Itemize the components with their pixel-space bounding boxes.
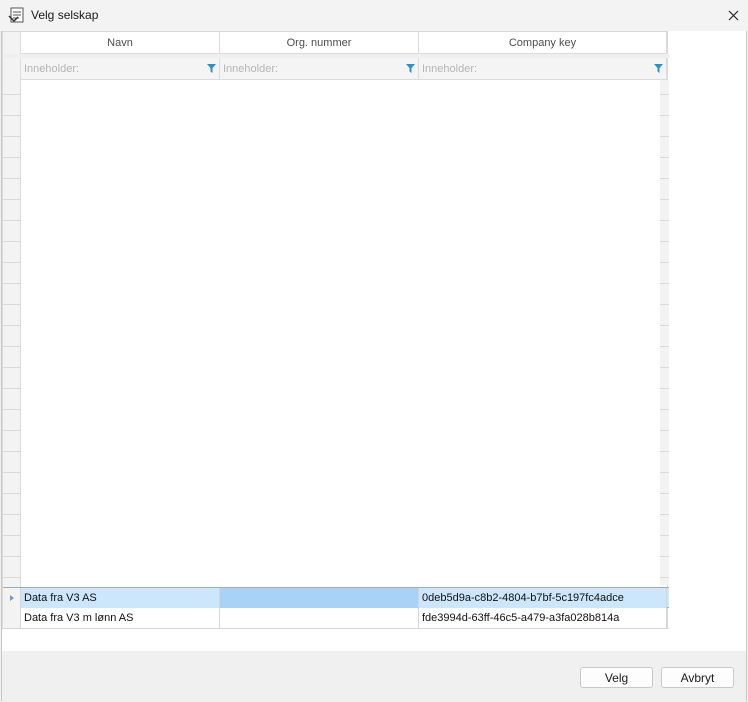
- row-tick: [660, 241, 669, 242]
- filter-row: [21, 58, 667, 80]
- row-tick: [660, 199, 669, 200]
- filter-cell-company-key: [419, 58, 667, 80]
- filter-icon[interactable]: [406, 64, 415, 73]
- column-header-org-nummer[interactable]: Org. nummer: [220, 32, 419, 54]
- row-tick: [660, 94, 669, 95]
- row-tick: [660, 304, 669, 305]
- row-tick: [3, 409, 21, 410]
- filter-input-org-nummer[interactable]: [220, 58, 418, 80]
- row-tick: [660, 283, 669, 284]
- row-tick: [3, 472, 21, 473]
- row-tick: [660, 514, 669, 515]
- row-tick: [660, 220, 669, 221]
- row-tick: [660, 157, 669, 158]
- row-tick: [3, 535, 21, 536]
- company-grid[interactable]: Navn Org. nummer Company key Data fra V3…: [2, 31, 669, 629]
- row-tick: [3, 556, 21, 557]
- cell-company-key[interactable]: 0deb5d9a-c8b2-4804-b7bf-5c197fc4adce: [419, 588, 667, 608]
- window-title: Velg selskap: [31, 8, 99, 22]
- row-tick: [660, 115, 669, 116]
- close-button[interactable]: [718, 0, 748, 31]
- cell-org-nummer[interactable]: [220, 608, 419, 628]
- row-tick: [3, 304, 21, 305]
- cell-navn[interactable]: Data fra V3 m lønn AS: [21, 608, 220, 628]
- row-tick: [660, 493, 669, 494]
- table-row[interactable]: Data fra V3 m lønn AS fde3994d-63ff-46c5…: [3, 608, 669, 629]
- filter-input-navn[interactable]: [21, 58, 219, 80]
- row-tick: [660, 577, 669, 578]
- row-tick: [3, 430, 21, 431]
- row-tick: [3, 262, 21, 263]
- grid-rows: Data fra V3 AS 0deb5d9a-c8b2-4804-b7bf-5…: [3, 587, 669, 629]
- row-tick: [3, 283, 21, 284]
- row-indicator: [3, 588, 21, 608]
- filter-cell-navn: [21, 58, 220, 80]
- row-tick: [3, 199, 21, 200]
- row-tick: [660, 262, 669, 263]
- cell-org-nummer[interactable]: [220, 588, 419, 608]
- row-tick: [660, 451, 669, 452]
- row-tick: [3, 577, 21, 578]
- cancel-button[interactable]: Avbryt: [661, 667, 734, 688]
- column-header-navn[interactable]: Navn: [21, 32, 220, 54]
- close-icon: [728, 10, 738, 21]
- row-tick: [3, 241, 21, 242]
- row-tick: [660, 367, 669, 368]
- title-bar: Velg selskap: [0, 0, 748, 31]
- cell-navn[interactable]: Data fra V3 AS: [21, 588, 220, 608]
- filter-input-company-key[interactable]: [419, 58, 666, 80]
- row-tick: [3, 136, 21, 137]
- row-tick: [3, 220, 21, 221]
- row-tick: [3, 94, 21, 95]
- row-tick: [660, 178, 669, 179]
- row-indicator-ticks: [3, 80, 21, 585]
- row-tick: [3, 325, 21, 326]
- row-indicator: [3, 608, 21, 628]
- grid-header: Navn Org. nummer Company key: [21, 32, 667, 54]
- row-tick: [660, 136, 669, 137]
- row-tick: [660, 409, 669, 410]
- column-header-company-key[interactable]: Company key: [419, 32, 667, 54]
- row-tick: [660, 325, 669, 326]
- row-tick: [3, 367, 21, 368]
- row-tick: [660, 346, 669, 347]
- filter-cell-org-nummer: [220, 58, 419, 80]
- row-tick: [3, 178, 21, 179]
- row-tick: [3, 115, 21, 116]
- row-tick: [3, 451, 21, 452]
- cell-company-key[interactable]: fde3994d-63ff-46c5-a479-a3fa028b814a: [419, 608, 667, 628]
- row-tick: [3, 493, 21, 494]
- row-tick: [3, 514, 21, 515]
- app-icon: [8, 7, 24, 23]
- row-tick: [3, 157, 21, 158]
- current-row-arrow-icon: [9, 595, 14, 601]
- grid-right-ticks: [660, 80, 669, 585]
- row-tick: [660, 556, 669, 557]
- row-tick: [660, 472, 669, 473]
- row-tick: [660, 430, 669, 431]
- row-tick: [3, 346, 21, 347]
- filter-icon[interactable]: [207, 64, 216, 73]
- table-row[interactable]: Data fra V3 AS 0deb5d9a-c8b2-4804-b7bf-5…: [3, 587, 669, 608]
- select-button[interactable]: Velg: [580, 667, 653, 688]
- row-tick: [660, 388, 669, 389]
- row-tick: [3, 388, 21, 389]
- filter-icon[interactable]: [654, 64, 663, 73]
- row-tick: [660, 535, 669, 536]
